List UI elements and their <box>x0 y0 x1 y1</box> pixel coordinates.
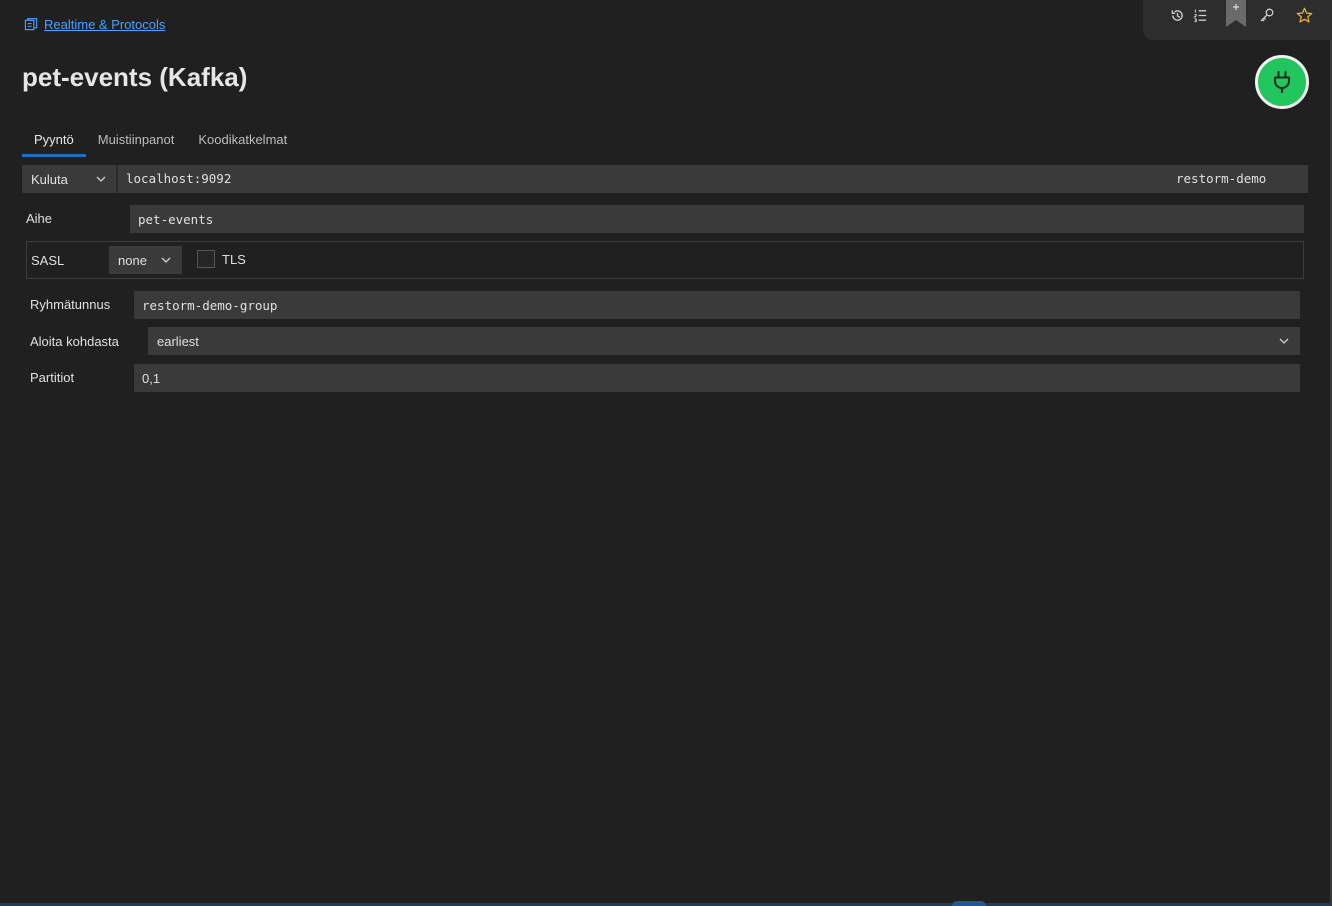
start-from-label: Aloita kohdasta <box>30 334 119 349</box>
chevron-down-icon <box>161 257 171 263</box>
breadcrumb-link[interactable]: Realtime & Protocols <box>44 17 165 32</box>
folder-stack-icon <box>24 18 38 31</box>
sasl-section: SASL none TLS <box>26 241 1304 279</box>
method-select[interactable]: Kuluta <box>22 165 118 193</box>
tls-checkbox[interactable] <box>197 250 215 268</box>
key-icon <box>1260 8 1274 22</box>
topic-value: pet-events <box>138 211 214 227</box>
partitions-label: Partitiot <box>30 370 75 385</box>
tab-notes[interactable]: Muistiinpanot <box>86 124 187 157</box>
tab-code-snippets[interactable]: Koodikatkelmat <box>186 124 299 157</box>
partitions-input[interactable]: 0,1 <box>134 364 1300 392</box>
partitions-value: 0,1 <box>142 370 161 386</box>
history-button[interactable] <box>1166 4 1188 26</box>
resize-handle[interactable] <box>952 901 986 906</box>
page-title: pet-events (Kafka) <box>22 62 248 92</box>
numbered-list-icon <box>1192 8 1206 22</box>
method-value: Kuluta <box>31 171 68 187</box>
tab-request[interactable]: Pyyntö <box>22 124 86 157</box>
tab-bar: Pyyntö Muistiinpanot Koodikatkelmat <box>22 124 299 157</box>
bookmark-button[interactable] <box>1225 0 1247 28</box>
chevron-down-icon <box>1279 338 1289 344</box>
connect-button[interactable] <box>1255 55 1309 109</box>
sasl-value: none <box>118 252 147 268</box>
list-button[interactable] <box>1189 4 1211 26</box>
top-toolbar <box>1143 0 1332 40</box>
topic-input[interactable]: pet-events <box>130 205 1304 233</box>
group-id-label: Ryhmätunnus <box>30 297 111 312</box>
plug-icon <box>1274 71 1290 93</box>
group-id-input[interactable]: restorm-demo-group <box>134 291 1300 319</box>
tls-label: TLS <box>222 252 246 267</box>
settings-key-button[interactable] <box>1256 4 1278 26</box>
star-icon <box>1296 7 1312 23</box>
sasl-select[interactable]: none <box>109 246 182 274</box>
environment-label[interactable]: restorm-demo <box>1176 171 1266 186</box>
start-from-value: earliest <box>157 333 199 349</box>
chevron-down-icon <box>96 176 106 182</box>
history-icon <box>1171 9 1183 21</box>
broker-url-input[interactable]: localhost:9092 <box>126 171 231 186</box>
breadcrumb: Realtime & Protocols <box>24 17 165 32</box>
bookmark-icon <box>1226 0 1246 27</box>
request-bar: Kuluta localhost:9092 restorm-demo <box>22 165 1308 193</box>
sasl-label: SASL <box>31 253 65 268</box>
topic-label: Aihe <box>26 211 53 226</box>
start-from-select[interactable]: earliest <box>148 327 1300 355</box>
group-id-value: restorm-demo-group <box>142 297 278 313</box>
favorite-button[interactable] <box>1293 4 1315 26</box>
